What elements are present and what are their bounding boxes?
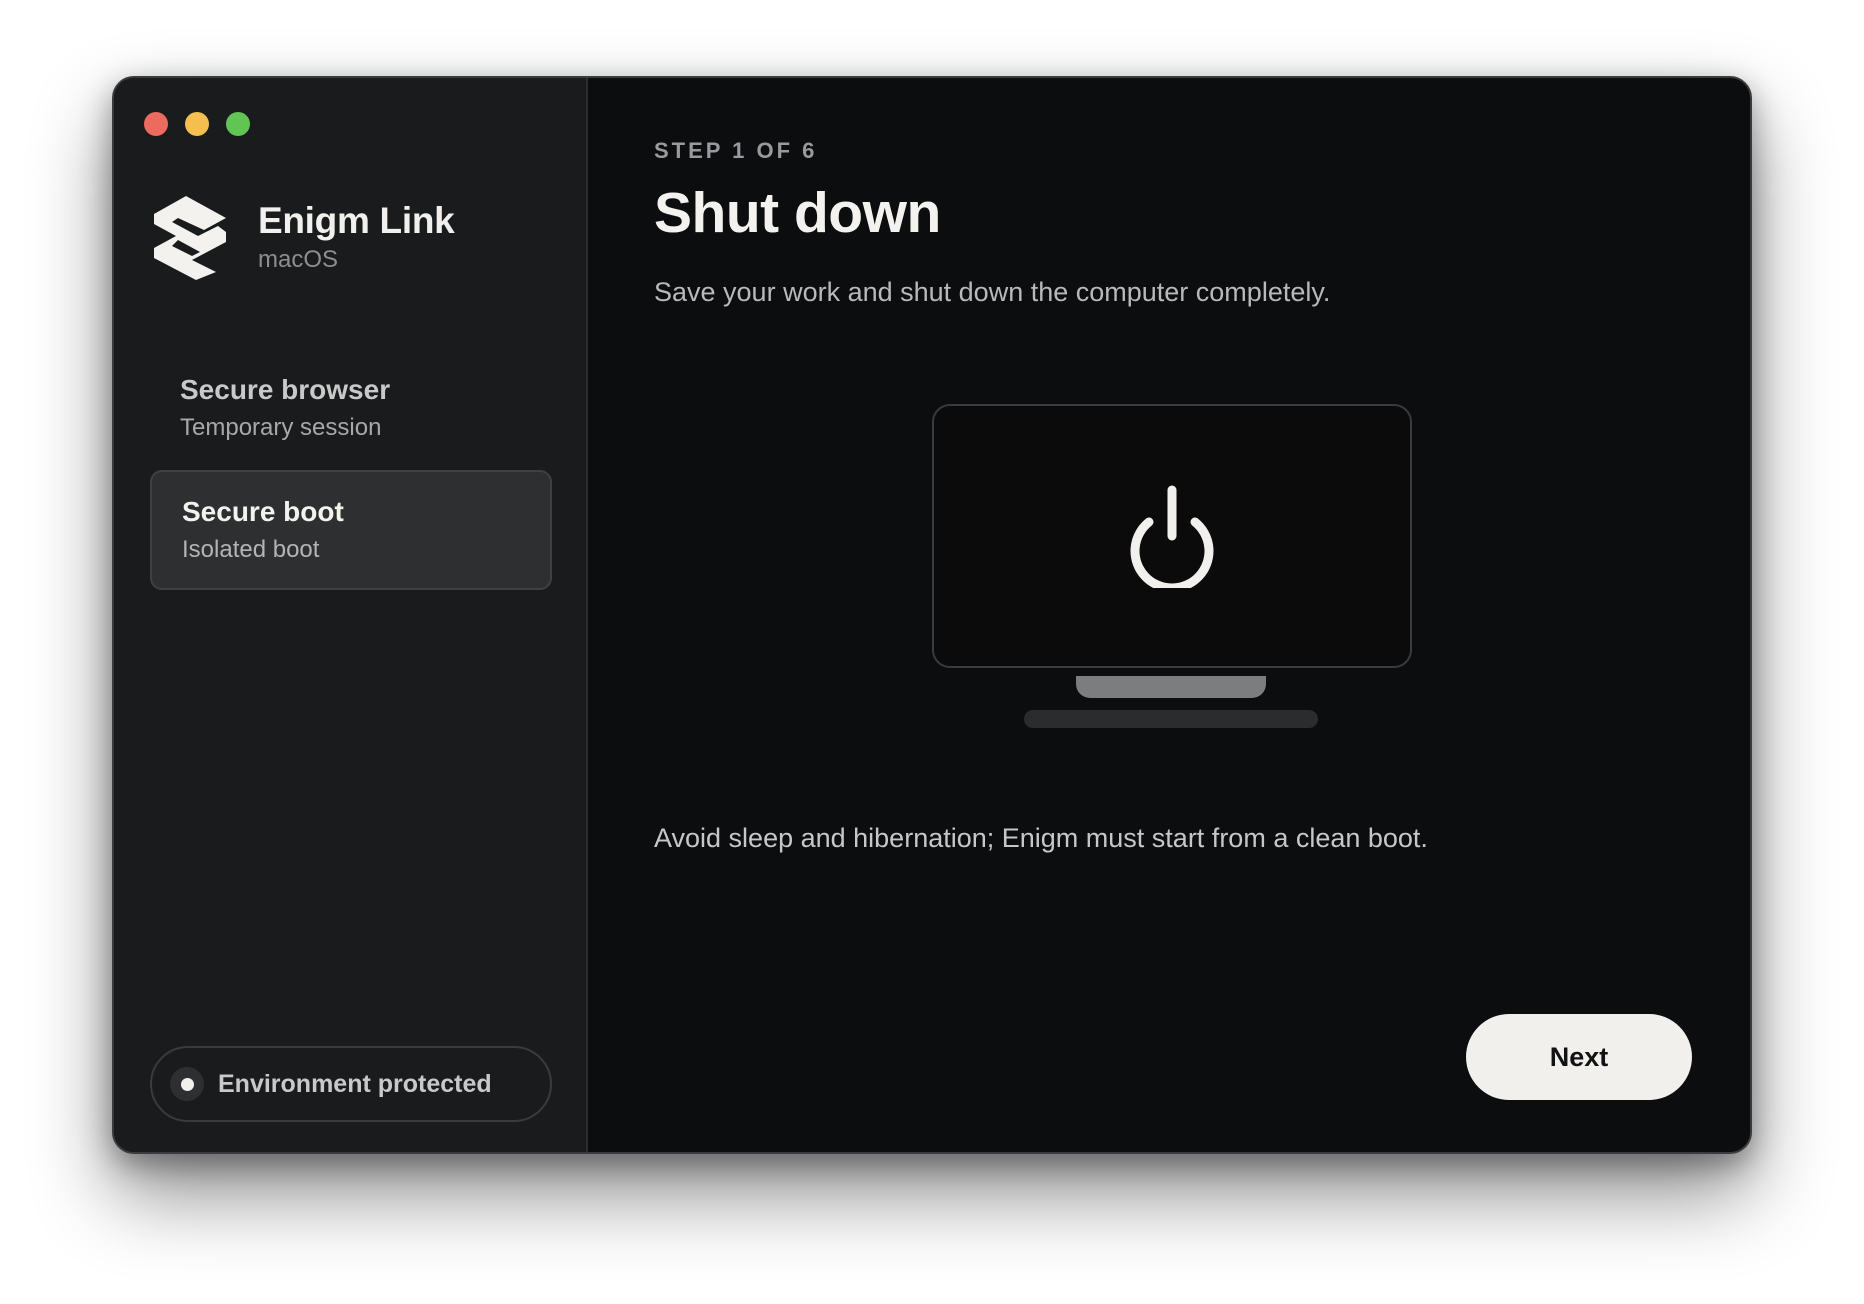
sidebar-item-title: Secure browser — [180, 374, 391, 405]
sidebar-item-secure-boot[interactable]: Secure boot Isolated boot — [150, 470, 552, 590]
environment-status-label: Environment protected — [218, 1069, 492, 1098]
sidebar-item-subtitle: Temporary session — [180, 414, 382, 441]
status-dot-icon — [170, 1067, 204, 1101]
sidebar: Enigm Link macOS Secure browser Temporar… — [114, 78, 588, 1152]
sidebar-item-title: Secure boot — [182, 496, 344, 527]
zoom-window-button[interactable] — [226, 112, 250, 136]
power-icon — [1130, 485, 1214, 588]
app-window: Enigm Link macOS Secure browser Temporar… — [112, 76, 1752, 1154]
next-button[interactable]: Next — [1466, 1014, 1692, 1100]
window-controls — [144, 112, 250, 136]
monitor-illustration — [932, 404, 1412, 734]
enigm-logo-icon — [154, 196, 226, 280]
page-title: Shut down — [654, 181, 941, 245]
step-indicator: STEP 1 OF 6 — [654, 138, 818, 163]
environment-status-badge: Environment protected — [150, 1046, 552, 1122]
sidebar-item-secure-browser[interactable]: Secure browser Temporary session — [150, 350, 552, 470]
monitor-stand — [1076, 676, 1266, 698]
step-note: Avoid sleep and hibernation; Enigm must … — [654, 823, 1428, 853]
monitor-screen — [932, 404, 1412, 668]
step-description: Save your work and shut down the compute… — [654, 277, 1331, 307]
close-window-button[interactable] — [144, 112, 168, 136]
minimize-window-button[interactable] — [185, 112, 209, 136]
app-name: Enigm Link — [258, 200, 455, 241]
sidebar-item-subtitle: Isolated boot — [182, 536, 320, 563]
app-platform: macOS — [258, 246, 339, 273]
monitor-base — [1024, 710, 1318, 728]
app-brand: Enigm Link macOS — [152, 194, 455, 280]
main-panel: STEP 1 OF 6 Shut down Save your work and… — [590, 78, 1750, 1152]
